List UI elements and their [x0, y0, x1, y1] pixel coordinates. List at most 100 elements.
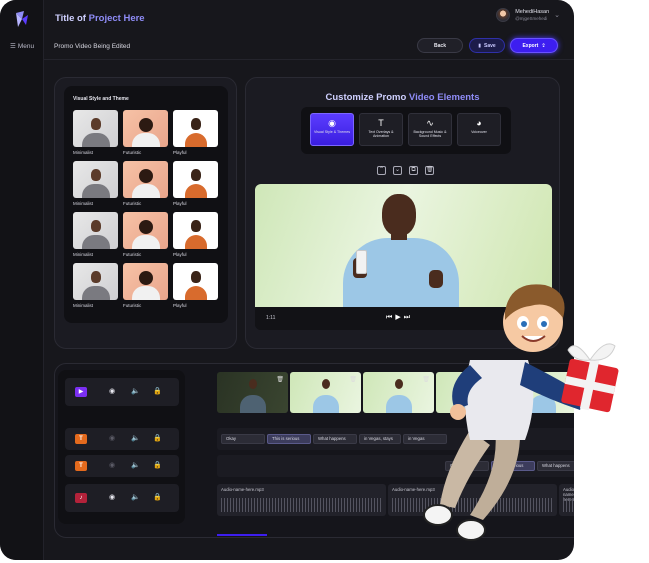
style-thumbnail[interactable] — [73, 212, 118, 249]
style-thumbnail[interactable] — [173, 212, 218, 249]
eye-icon[interactable]: ◉ — [109, 461, 115, 471]
menu-label: Menu — [17, 42, 35, 50]
style-thumbnail[interactable] — [173, 161, 218, 198]
volume-icon[interactable]: 🔈 — [131, 387, 140, 397]
style-thumbnail[interactable] — [73, 161, 118, 198]
trash-icon[interactable]: 🗑 — [422, 376, 430, 383]
text-chip[interactable]: This is serious — [491, 461, 535, 471]
video-clip[interactable]: 🗑 — [290, 372, 361, 413]
chevron-down-icon: ⌄ — [554, 12, 560, 19]
eye-icon: ◉ — [328, 118, 336, 128]
save-button[interactable]: ▮ Save — [469, 38, 505, 53]
sub-bar: Promo Video Being Edited Back ▮ Save Expo… — [44, 34, 574, 60]
video-clip[interactable]: 🗑 — [217, 372, 288, 413]
top-bar: Title of Project Here MehediHasan @mjgeS… — [44, 0, 574, 34]
skip-back-icon[interactable]: ⏮ — [386, 314, 395, 321]
presenter-head — [382, 194, 416, 236]
video-preview[interactable]: 1:11 ⏮▶⏭ — [255, 184, 552, 330]
page-title: Promo Video Being Edited — [54, 43, 131, 50]
product-can — [356, 250, 367, 274]
tab-voiceover[interactable]: ◕ Voiceover — [457, 113, 501, 146]
style-grid-container: Visual Style and Theme Minimalist Futuris… — [64, 86, 228, 323]
text-chip[interactable]: This is serious — [267, 434, 311, 444]
style-thumbnail[interactable] — [173, 110, 218, 147]
video-clip[interactable] — [436, 372, 507, 413]
lock-icon[interactable]: 🔒 — [153, 461, 162, 471]
playback-buttons[interactable]: ⏮▶⏭ — [386, 313, 413, 322]
style-heading: Visual Style and Theme — [73, 96, 129, 102]
lock-icon[interactable]: 🔒 — [153, 387, 162, 397]
audio-clip[interactable]: Audio-name-here.mp3 — [559, 484, 574, 516]
chevron-down-icon[interactable]: ⌄ — [393, 166, 402, 175]
volume-icon[interactable]: 🔈 — [131, 461, 140, 471]
export-button[interactable]: Export ⇪ — [510, 38, 558, 53]
video-layer-icon: ▶ — [75, 387, 87, 397]
text-chip[interactable]: What happens — [537, 461, 574, 471]
text-chip[interactable]: Okay — [221, 434, 265, 444]
style-thumbnail[interactable] — [123, 212, 168, 249]
style-thumbnail-label: Playful — [173, 201, 187, 206]
user-handle: @mjgeSmehedi — [515, 15, 548, 21]
customize-panel: Customize Promo Video Elements ◉ Visual … — [245, 77, 560, 349]
style-thumbnail[interactable] — [73, 110, 118, 147]
layer-row-text-1[interactable]: T ◉ 🔈 🔒 — [65, 428, 179, 450]
layer-row-video[interactable]: ▶ ◉ 🔈 🔒 — [65, 378, 179, 406]
style-thumbnail[interactable] — [123, 161, 168, 198]
hamburger-icon: ☰ — [10, 43, 16, 50]
video-clip[interactable] — [509, 372, 574, 413]
style-thumbnail[interactable] — [123, 110, 168, 147]
app-logo[interactable] — [12, 9, 32, 29]
volume-icon[interactable]: 🔈 — [131, 493, 140, 503]
user-menu[interactable]: MehediHasan @mjgeSmehedi ⌄ — [496, 8, 560, 22]
style-thumbnail[interactable] — [173, 263, 218, 300]
text-chip[interactable]: Okay — [445, 461, 489, 471]
tab-background-music[interactable]: ∿ Background Music & Sound Effects — [408, 113, 452, 146]
time-readout: 1:11 — [266, 315, 276, 321]
eye-icon[interactable]: ◉ — [109, 493, 115, 503]
style-thumbnail-label: Minimalist — [73, 150, 94, 155]
duplicate-icon[interactable]: ⧉ — [409, 166, 418, 175]
eye-icon[interactable]: ◉ — [109, 387, 115, 397]
bookmark-icon: ▮ — [478, 42, 482, 49]
text-track-1: Okay This is serious What happens in Veg… — [217, 428, 574, 450]
text-chip[interactable]: in Vegas — [403, 434, 447, 444]
waveform — [392, 498, 553, 512]
style-thumbnail-label: Futuristic — [123, 252, 142, 257]
style-thumbnail-label: Futuristic — [123, 201, 142, 206]
element-tabs: ◉ Visual Style & Themes T Text Overlays … — [301, 107, 511, 154]
play-icon[interactable]: ▶ — [395, 314, 403, 321]
style-thumbnail-label: Minimalist — [73, 252, 94, 257]
layer-row-audio[interactable]: ♪ ◉ 🔈 🔒 — [65, 484, 179, 512]
volume-icon[interactable]: 🔈 — [131, 434, 140, 444]
music-layer-icon: ♪ — [75, 493, 87, 503]
tab-text-overlays[interactable]: T Text Overlays & Animation — [359, 113, 403, 146]
trash-icon[interactable]: 🗑 — [349, 376, 357, 383]
video-clip[interactable]: 🗑 — [363, 372, 434, 413]
tab-visual-style[interactable]: ◉ Visual Style & Themes — [310, 113, 354, 146]
menu-button[interactable]: ☰ Menu — [10, 42, 35, 51]
trash-icon[interactable]: 🗑 — [425, 166, 434, 175]
trash-icon[interactable]: 🗑 — [276, 376, 284, 383]
style-thumbnail-label: Playful — [173, 303, 187, 308]
layer-row-text-2[interactable]: T ◉ 🔈 🔒 — [65, 455, 179, 477]
avatar — [496, 8, 511, 22]
chevron-up-icon[interactable]: ⌃ — [377, 166, 386, 175]
style-thumbnail-label: Playful — [173, 150, 187, 155]
text-layer-icon: T — [75, 434, 87, 444]
left-rail: ☰ Menu — [0, 0, 44, 560]
eye-icon[interactable]: ◉ — [109, 434, 115, 444]
lock-icon[interactable]: 🔒 — [153, 434, 162, 444]
timeline-scrollbar[interactable] — [217, 534, 267, 536]
style-thumbnail-label: Playful — [173, 252, 187, 257]
lock-icon[interactable]: 🔒 — [153, 493, 162, 503]
back-button[interactable]: Back — [417, 38, 463, 53]
skip-forward-icon[interactable]: ⏭ — [404, 314, 413, 321]
text-chip[interactable]: What happens — [313, 434, 357, 444]
text-chip[interactable]: in Vegas, stays — [359, 434, 401, 444]
style-thumbnail[interactable] — [73, 263, 118, 300]
audio-clip[interactable]: Audio-name-here.mp3 — [388, 484, 557, 516]
audio-clip[interactable]: Audio-name-here.mp3 — [217, 484, 386, 516]
project-title[interactable]: Title of Project Here — [55, 13, 145, 24]
style-thumbnail-label: Minimalist — [73, 201, 94, 206]
style-thumbnail[interactable] — [123, 263, 168, 300]
